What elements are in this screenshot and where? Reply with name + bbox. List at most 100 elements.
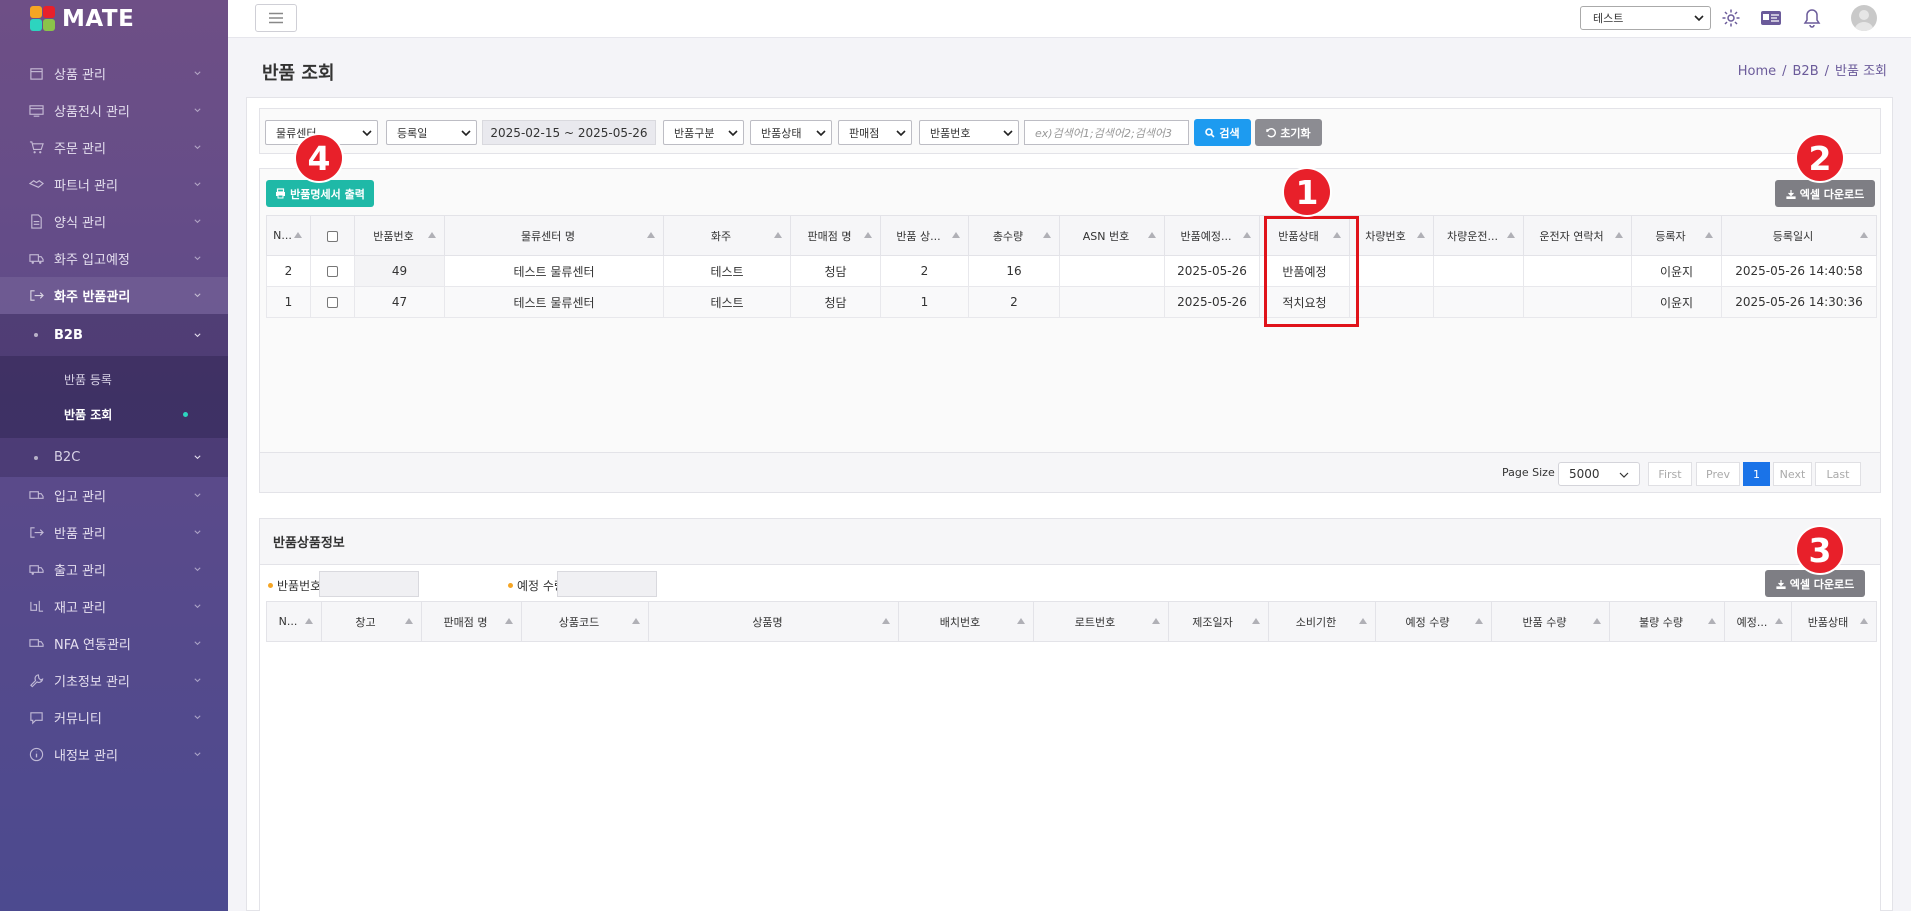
reset-button[interactable]: 초기화: [1255, 119, 1322, 146]
pager-next-button[interactable]: Next: [1773, 462, 1812, 486]
search-field-select[interactable]: 반품번호: [919, 120, 1019, 145]
column-header[interactable]: N...: [266, 215, 311, 256]
truck-icon: [28, 250, 45, 267]
chevron-down-icon: [194, 182, 201, 187]
column-header[interactable]: 불량 수량: [1609, 601, 1725, 642]
sidebar-item-label: 반품 관리: [54, 527, 106, 542]
sidebar-item-inbound-plan[interactable]: 화주 입고예정: [0, 240, 228, 277]
sidebar-item-form[interactable]: 양식 관리: [0, 203, 228, 240]
pager-page-1[interactable]: 1: [1743, 462, 1770, 486]
cell-registered-at: 2025-05-26 14:30:36: [1721, 286, 1877, 318]
hamburger-menu-button[interactable]: [255, 4, 297, 32]
logo[interactable]: MATE: [0, 0, 228, 38]
column-header[interactable]: 예정...: [1724, 601, 1792, 642]
column-header[interactable]: 제조일자: [1168, 601, 1269, 642]
return-status-select[interactable]: 반품상태: [750, 120, 832, 145]
table-row[interactable]: 2 49 테스트 물류센터 테스트 청담 2 16 2025-05-26 반품예…: [266, 255, 1877, 287]
return-type-select[interactable]: 반품구분: [663, 120, 744, 145]
pager-prev-button[interactable]: Prev: [1696, 462, 1740, 486]
row-checkbox[interactable]: [327, 266, 338, 277]
avatar[interactable]: [1851, 5, 1877, 31]
cell-driver-phone: [1523, 286, 1632, 318]
return-no-field[interactable]: [319, 571, 419, 597]
store-select-value: 판매점: [849, 126, 880, 140]
sidebar-item-outbound[interactable]: 출고 관리: [0, 551, 228, 588]
sidebar-item-return-mgmt[interactable]: 화주 반품관리: [0, 277, 228, 314]
column-header[interactable]: 등록일시: [1721, 215, 1877, 256]
column-header[interactable]: 등록자: [1631, 215, 1722, 256]
column-header[interactable]: 화주: [663, 215, 791, 256]
column-header[interactable]: 반품예정...: [1164, 215, 1260, 256]
column-header[interactable]: 판매점 명: [421, 601, 522, 642]
column-header[interactable]: 상품코드: [521, 601, 649, 642]
column-header[interactable]: 차량운전...: [1433, 215, 1524, 256]
cell-total-qty: 16: [968, 255, 1060, 287]
column-header[interactable]: 창고: [321, 601, 422, 642]
date-range-input[interactable]: 2025-02-15 ~ 2025-05-26: [482, 120, 656, 145]
company-button[interactable]: [1760, 7, 1782, 29]
sidebar-item-inbound[interactable]: 입고 관리: [0, 477, 228, 514]
cell-checkbox: [310, 255, 355, 287]
column-header[interactable]: 예정 수량: [1375, 601, 1492, 642]
settings-button[interactable]: [1720, 7, 1742, 29]
column-header[interactable]: 소비기한: [1268, 601, 1376, 642]
table-row[interactable]: 1 47 테스트 물류센터 테스트 청담 1 2 2025-05-26 적치요청…: [266, 286, 1877, 318]
cell-return-no: 47: [354, 286, 445, 318]
sidebar-item-b2b[interactable]: B2B: [0, 314, 228, 356]
chevron-down-icon: [194, 256, 201, 261]
pager-last-button[interactable]: Last: [1815, 462, 1861, 486]
column-header[interactable]: 차량번호: [1349, 215, 1434, 256]
column-header[interactable]: 배치번호: [898, 601, 1034, 642]
search-button[interactable]: 검색: [1194, 119, 1251, 146]
search-input[interactable]: ex)검색어1;검색어2;검색어3: [1024, 120, 1189, 145]
sidebar-item-basic-info[interactable]: 기초정보 관리: [0, 662, 228, 699]
column-header[interactable]: 반품 상...: [880, 215, 969, 256]
column-header[interactable]: 상품명: [648, 601, 899, 642]
column-header[interactable]: 물류센터 명: [444, 215, 664, 256]
sidebar-item-community[interactable]: 커뮤니티: [0, 699, 228, 736]
page-size-select[interactable]: 5000: [1558, 462, 1640, 486]
column-header[interactable]: 반품번호: [354, 215, 445, 256]
planned-qty-field[interactable]: [557, 571, 657, 597]
select-all-checkbox[interactable]: [327, 230, 338, 242]
sidebar-item-b2c[interactable]: B2C: [0, 438, 228, 477]
sidebar-item-return[interactable]: 반품 관리: [0, 514, 228, 551]
sidebar-item-inventory[interactable]: 재고 관리: [0, 588, 228, 625]
tenant-select[interactable]: 테스트: [1580, 6, 1711, 30]
cell-product-count: 2: [880, 255, 969, 287]
return-icon: [28, 524, 45, 541]
sidebar-item-display[interactable]: 상품전시 관리: [0, 92, 228, 129]
sidebar-menu: 상품 관리 상품전시 관리 주문 관리 파트너 관리 양식 관리 화주 입고예정: [0, 55, 228, 314]
column-header[interactable]: 로트번호: [1033, 601, 1169, 642]
sidebar-item-partner[interactable]: 파트너 관리: [0, 166, 228, 203]
print-statement-button[interactable]: 반품명세서 출력: [266, 180, 374, 207]
row-checkbox[interactable]: [327, 297, 338, 308]
sidebar-item-product[interactable]: 상품 관리: [0, 55, 228, 92]
column-header[interactable]: 판매점 명: [790, 215, 881, 256]
breadcrumb-home[interactable]: Home: [1738, 64, 1776, 79]
store-select[interactable]: 판매점: [838, 120, 912, 145]
column-header[interactable]: ASN 번호: [1059, 215, 1165, 256]
sidebar-item-return-inquiry[interactable]: 반품 조회: [0, 397, 228, 432]
pager-first-button[interactable]: First: [1648, 462, 1692, 486]
breadcrumb-b2b[interactable]: B2B: [1793, 64, 1819, 79]
sidebar-item-nfa[interactable]: NFA 연동관리: [0, 625, 228, 662]
handshake-icon: [28, 176, 45, 193]
column-header[interactable]: 반품 수량: [1491, 601, 1610, 642]
excel-download-button-top[interactable]: 엑셀 다운로드: [1775, 180, 1875, 207]
column-header[interactable]: 반품상태: [1791, 601, 1877, 642]
column-header[interactable]: 운전자 연락처: [1523, 215, 1632, 256]
column-header[interactable]: N...: [266, 601, 322, 642]
sidebar-item-my-info[interactable]: 내정보 관리: [0, 736, 228, 773]
column-header[interactable]: 총수량: [968, 215, 1060, 256]
chevron-down-icon: [728, 130, 738, 137]
sidebar-item-order[interactable]: 주문 관리: [0, 129, 228, 166]
cell-center: 테스트 물류센터: [444, 255, 664, 287]
sidebar-item-label: 재고 관리: [54, 601, 106, 616]
excel-download-button-bottom[interactable]: 엑셀 다운로드: [1765, 570, 1865, 597]
select-all-header[interactable]: [310, 215, 355, 256]
notifications-button[interactable]: [1801, 7, 1823, 29]
sidebar-item-label: 양식 관리: [54, 216, 106, 231]
date-type-select[interactable]: 등록일: [386, 120, 477, 145]
sidebar-item-return-register[interactable]: 반품 등록: [0, 362, 228, 397]
